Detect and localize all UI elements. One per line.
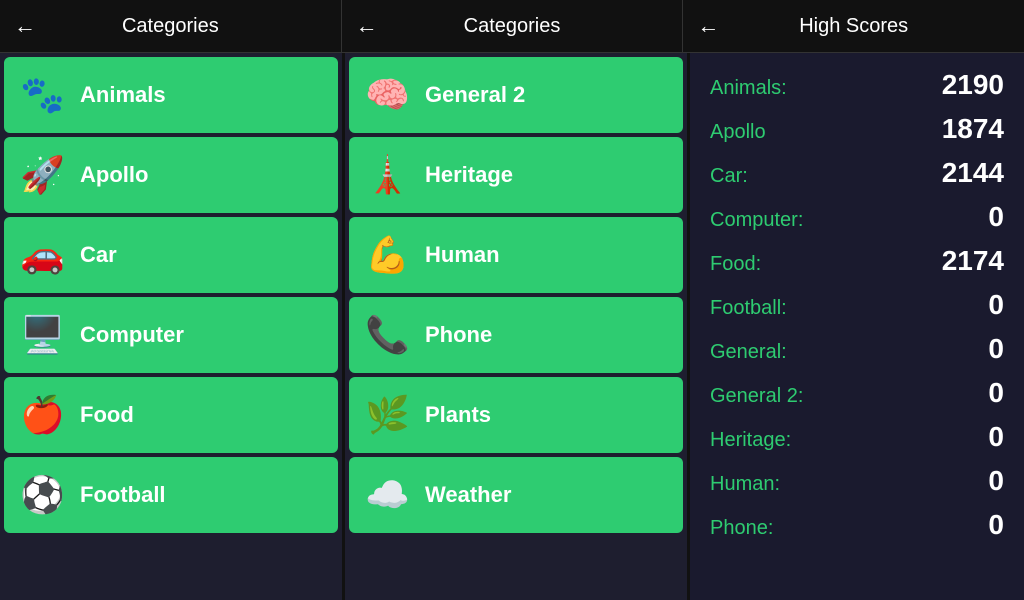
category-icon: 🚗 [20, 234, 64, 276]
score-row: Animals: 2190 [710, 63, 1004, 107]
category-label: Human [425, 242, 500, 268]
score-value: 0 [988, 421, 1004, 453]
category-icon: 💪 [365, 234, 409, 276]
score-value: 2174 [942, 245, 1004, 277]
category-label: Plants [425, 402, 491, 428]
scores-panel: Animals: 2190 Apollo 1874 Car: 2144 Comp… [690, 53, 1024, 600]
main-content: 🐾 Animals 🚀 Apollo 🚗 Car 🖥️ Computer 🍎 F… [0, 53, 1024, 600]
category-label: Car [80, 242, 117, 268]
category-label: Computer [80, 322, 184, 348]
score-value: 0 [988, 509, 1004, 541]
category-label: General 2 [425, 82, 525, 108]
score-row: Food: 2174 [710, 239, 1004, 283]
score-row: General: 0 [710, 327, 1004, 371]
category-item[interactable]: 📞 Phone [349, 297, 683, 373]
score-value: 2144 [942, 157, 1004, 189]
back-button-1[interactable]: ← [14, 13, 36, 39]
score-row: Computer: 0 [710, 195, 1004, 239]
category-icon: 🖥️ [20, 314, 64, 356]
category-label: Apollo [80, 162, 148, 188]
score-label: General: [710, 341, 787, 364]
category-icon: 🐾 [20, 74, 64, 116]
category-icon: 🚀 [20, 154, 64, 196]
score-label: General 2: [710, 385, 803, 408]
category-item[interactable]: 🖥️ Computer [4, 297, 338, 373]
score-label: Computer: [710, 209, 803, 232]
category-icon: 🍎 [20, 394, 64, 436]
score-value: 1874 [942, 113, 1004, 145]
category-item[interactable]: 🚀 Apollo [4, 137, 338, 213]
score-value: 0 [988, 289, 1004, 321]
category-label: Animals [80, 82, 166, 108]
score-label: Football: [710, 297, 787, 320]
header-title-1: Categories [122, 15, 219, 38]
header-col-1: ← Categories [0, 0, 342, 52]
score-label: Human: [710, 473, 780, 496]
score-label: Car: [710, 165, 748, 188]
score-label: Heritage: [710, 429, 791, 452]
category-item[interactable]: ⚽ Football [4, 457, 338, 533]
header-row: ← Categories ← Categories ← High Scores [0, 0, 1024, 53]
score-row: Car: 2144 [710, 151, 1004, 195]
category-item[interactable]: 💪 Human [349, 217, 683, 293]
score-value: 0 [988, 377, 1004, 409]
score-label: Apollo [710, 121, 766, 144]
category-label: Heritage [425, 162, 513, 188]
category-item[interactable]: 🌿 Plants [349, 377, 683, 453]
category-icon: 📞 [365, 314, 409, 356]
category-icon: ⚽ [20, 474, 64, 516]
category-icon: 🗼 [365, 154, 409, 196]
category-col-2: 🧠 General 2 🗼 Heritage 💪 Human 📞 Phone 🌿… [345, 53, 690, 600]
category-label: Phone [425, 322, 492, 348]
header-col-2: ← Categories [342, 0, 684, 52]
score-row: General 2: 0 [710, 371, 1004, 415]
score-value: 0 [988, 201, 1004, 233]
category-icon: 🧠 [365, 74, 409, 116]
back-button-3[interactable]: ← [697, 13, 719, 39]
back-button-2[interactable]: ← [356, 13, 378, 39]
header-title-3: High Scores [799, 15, 908, 38]
score-row: Heritage: 0 [710, 415, 1004, 459]
header-title-2: Categories [464, 15, 561, 38]
score-value: 2190 [942, 69, 1004, 101]
score-row: Phone: 0 [710, 503, 1004, 547]
score-row: Football: 0 [710, 283, 1004, 327]
category-item[interactable]: ☁️ Weather [349, 457, 683, 533]
score-row: Human: 0 [710, 459, 1004, 503]
category-icon: ☁️ [365, 474, 409, 516]
score-label: Phone: [710, 517, 773, 540]
category-item[interactable]: 🚗 Car [4, 217, 338, 293]
category-col-1: 🐾 Animals 🚀 Apollo 🚗 Car 🖥️ Computer 🍎 F… [0, 53, 345, 600]
category-label: Football [80, 482, 166, 508]
category-item[interactable]: 🧠 General 2 [349, 57, 683, 133]
category-item[interactable]: 🍎 Food [4, 377, 338, 453]
category-label: Weather [425, 482, 511, 508]
score-label: Animals: [710, 77, 787, 100]
category-label: Food [80, 402, 134, 428]
score-value: 0 [988, 333, 1004, 365]
header-col-3: ← High Scores [683, 0, 1024, 52]
category-item[interactable]: 🐾 Animals [4, 57, 338, 133]
category-icon: 🌿 [365, 394, 409, 436]
score-row: Apollo 1874 [710, 107, 1004, 151]
score-value: 0 [988, 465, 1004, 497]
score-label: Food: [710, 253, 761, 276]
category-item[interactable]: 🗼 Heritage [349, 137, 683, 213]
